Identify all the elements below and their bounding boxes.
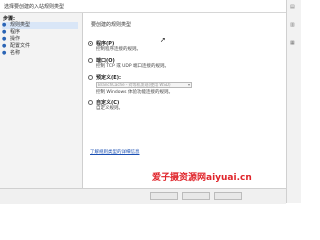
learn-more-link[interactable]: 了解规则类型的详细信息: [90, 149, 140, 155]
right-edge-panel: ▤ ▥ ▦: [286, 0, 301, 203]
predefined-rule-select[interactable]: BranchCache - 对等机发现(使用 WSD) ▾: [96, 82, 192, 88]
step-label: 配置文件: [10, 43, 31, 49]
radio-custom[interactable]: [88, 100, 93, 105]
step-program[interactable]: ● 程序: [2, 29, 78, 36]
edge-glyph: ▤: [290, 4, 295, 10]
option-description: 控制程序连接的规则。: [96, 47, 141, 52]
step-bullet-icon: ●: [2, 50, 7, 56]
wizard-title: 选择要创建的入站规则类型: [4, 4, 65, 10]
step-action[interactable]: ● 操作: [2, 36, 78, 43]
step-label: 操作: [10, 36, 21, 42]
step-name[interactable]: ● 名称: [2, 50, 78, 57]
step-bullet-icon: ●: [2, 43, 7, 49]
step-profile[interactable]: ● 配置文件: [2, 43, 78, 50]
option-description: 自定义规则。: [96, 106, 123, 111]
step-label: 名称: [10, 50, 21, 56]
step-label: 规则类型: [10, 22, 31, 28]
mouse-pointer-icon: ➚: [160, 36, 166, 44]
steps-sidebar: 步骤: ● 规则类型 ● 程序 ● 操作 ● 配置文件 ● 名称: [0, 13, 83, 188]
option-description: 控制 Windows 体验功能连接的规则。: [96, 90, 173, 95]
chevron-down-icon: ▾: [187, 82, 190, 87]
wizard-header: 选择要创建的入站规则类型: [0, 0, 286, 13]
step-bullet-icon: ●: [2, 36, 7, 42]
option-label: 预定义(E):: [96, 75, 121, 81]
radio-port[interactable]: [88, 58, 93, 63]
step-bullet-icon: ●: [2, 22, 7, 28]
wizard-footer: [0, 188, 286, 204]
option-description: 控制 TCP 或 UDP 端口连接的规则。: [96, 64, 170, 69]
main-panel: 要创建的规则类型 程序(P) 控制程序连接的规则。 端口(O) 控制 TCP 或…: [83, 13, 286, 188]
predefined-rule-value: BranchCache - 对等机发现(使用 WSD): [98, 82, 171, 87]
cancel-button[interactable]: [214, 192, 242, 200]
edge-glyph: ▦: [290, 40, 295, 46]
radio-program[interactable]: [88, 41, 93, 46]
step-label: 程序: [10, 29, 21, 35]
radio-predefined[interactable]: [88, 75, 93, 80]
edge-glyph: ▥: [290, 22, 295, 28]
back-button[interactable]: [150, 192, 178, 200]
next-button[interactable]: [182, 192, 210, 200]
step-bullet-icon: ●: [2, 29, 7, 35]
site-watermark: 爱子摄资源网aiyuai.cn: [152, 173, 252, 183]
steps-header: 步骤:: [3, 16, 15, 22]
step-rule-type[interactable]: ● 规则类型: [2, 22, 78, 29]
rule-type-prompt: 要创建的规则类型: [91, 22, 132, 28]
